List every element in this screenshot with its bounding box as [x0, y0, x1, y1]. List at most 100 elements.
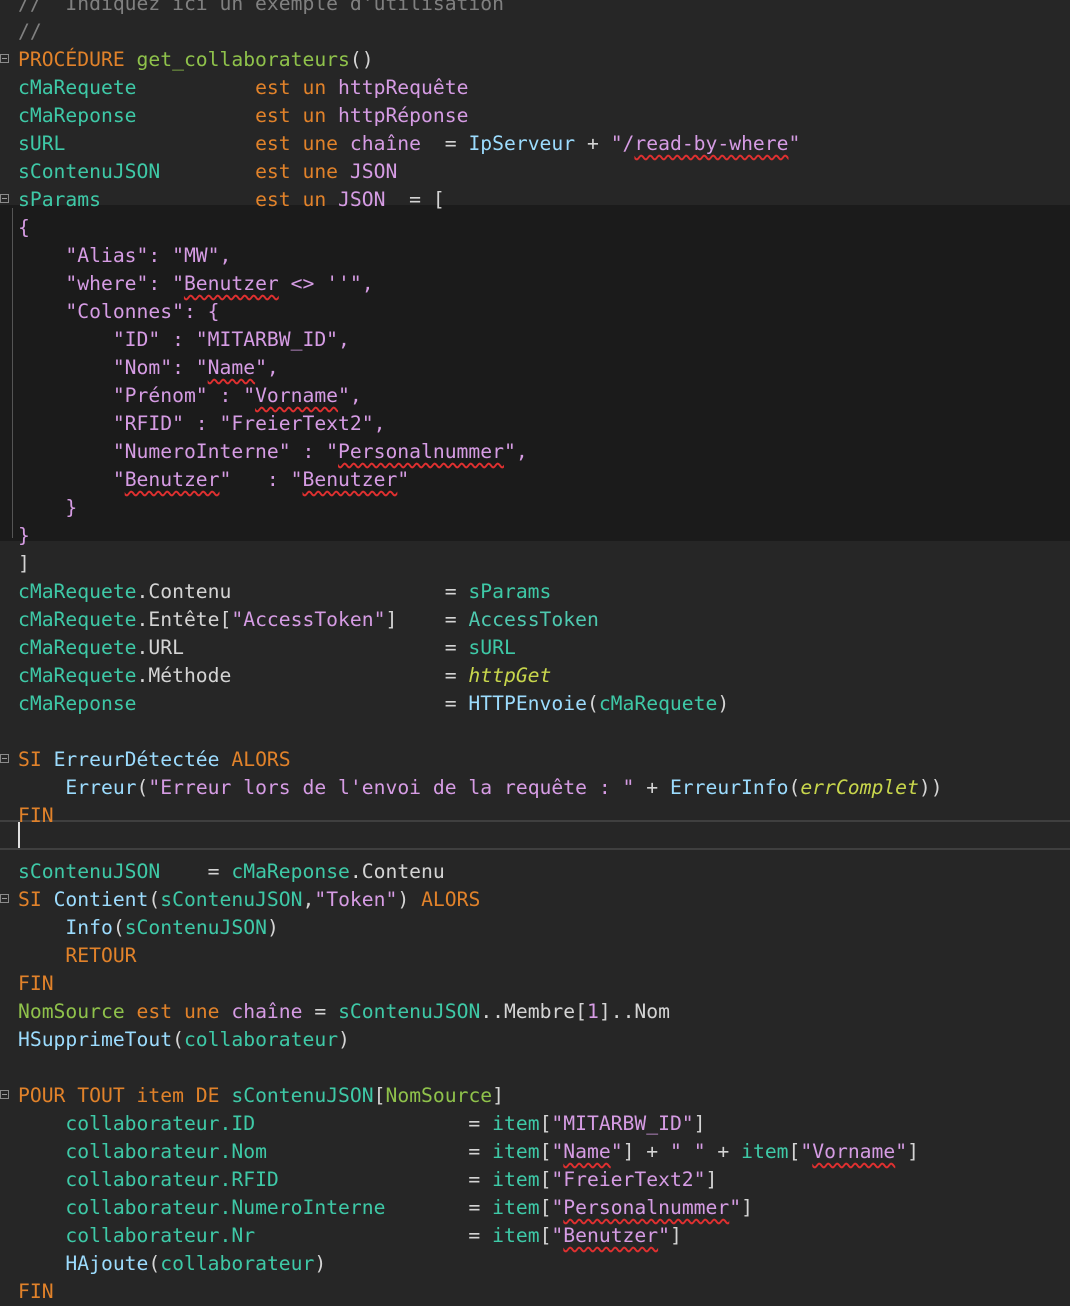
code-token: ] = [385, 608, 469, 631]
fold-toggle-icon[interactable] [0, 54, 9, 63]
code-line[interactable] [0, 1054, 1070, 1082]
code-token: "MITARBW_ID" [551, 1112, 694, 1135]
code-line[interactable]: collaborateur.Nom = item["Name"] + " " +… [0, 1138, 1070, 1166]
code-line[interactable]: } [0, 522, 1070, 550]
code-line[interactable]: FIN [0, 970, 1070, 998]
code-line[interactable]: // [0, 18, 1070, 46]
code-token: ..Membre[ [480, 1000, 587, 1023]
code-line[interactable] [0, 830, 1070, 858]
code-token: AccessToken [468, 608, 599, 631]
code-text: cMaRequete.Contenu = sParams [18, 578, 551, 606]
code-line[interactable]: "Nom": "Name", [0, 354, 1070, 382]
code-token: } [18, 524, 30, 547]
fold-toggle-icon[interactable] [0, 894, 9, 903]
code-line[interactable]: cMaRequete.URL = sURL [0, 634, 1070, 662]
code-line[interactable]: cMaReponse est un httpRéponse [0, 102, 1070, 130]
code-text: sContenuJSON = cMaReponse.Contenu [18, 858, 445, 886]
code-line[interactable]: sContenuJSON = cMaReponse.Contenu [0, 858, 1070, 886]
code-token: read-by-where [634, 132, 789, 155]
fold-toggle-icon[interactable] [0, 194, 9, 203]
code-text: NomSource est une chaîne = sContenuJSON.… [18, 998, 670, 1026]
code-line[interactable]: RETOUR [0, 942, 1070, 970]
code-line[interactable]: FIN [0, 1278, 1070, 1306]
code-token: "NumeroInterne" : " [18, 440, 339, 463]
code-token: HTTPEnvoie [468, 692, 587, 715]
code-line[interactable]: collaborateur.ID = item["MITARBW_ID"] [0, 1110, 1070, 1138]
code-token: Vorname [255, 384, 339, 407]
code-line[interactable]: cMaRequete.Contenu = sParams [0, 578, 1070, 606]
code-line[interactable]: "where": "Benutzer <> ''", [0, 270, 1070, 298]
code-line[interactable]: { [0, 214, 1070, 242]
code-token: ] [492, 1084, 505, 1107]
fold-toggle-icon[interactable] [0, 754, 9, 763]
code-line[interactable]: "ID" : "MITARBW_ID", [0, 326, 1070, 354]
code-text: collaborateur.NumeroInterne = item["Pers… [18, 1194, 753, 1222]
code-line[interactable]: Erreur("Erreur lors de l'envoi de la req… [0, 774, 1070, 802]
code-line[interactable]: Info(sContenuJSON) [0, 914, 1070, 942]
code-token: Benutzer [124, 468, 220, 491]
code-text: "Colonnes": { [18, 298, 219, 326]
code-token: ( [586, 692, 599, 715]
code-line[interactable]: collaborateur.Nr = item["Benutzer"] [0, 1222, 1070, 1250]
code-text: cMaRequete.Entête["AccessToken"] = Acces… [18, 606, 599, 634]
code-line[interactable]: collaborateur.NumeroInterne = item["Pers… [0, 1194, 1070, 1222]
code-line[interactable]: "RFID" : "FreierText2", [0, 410, 1070, 438]
code-line[interactable]: sParams est un JSON = [ [0, 186, 1070, 214]
code-editor[interactable]: // Indiquez ici un exemple d'utilisation… [0, 0, 1070, 1303]
code-line[interactable]: ] [0, 550, 1070, 578]
code-token: cMaReponse [18, 692, 137, 715]
code-line[interactable] [0, 718, 1070, 746]
code-text: "RFID" : "FreierText2", [18, 410, 386, 438]
code-token: ( [788, 776, 801, 799]
code-token: " [895, 1140, 908, 1163]
code-token: sParams [468, 580, 552, 603]
code-token: collaborateur [183, 1028, 339, 1051]
code-token: + [705, 1140, 742, 1163]
code-line[interactable]: FIN [0, 802, 1070, 830]
code-line[interactable]: "Colonnes": { [0, 298, 1070, 326]
code-line[interactable]: } [0, 494, 1070, 522]
code-token: "Prénom" : " [18, 384, 256, 407]
code-line[interactable]: POUR TOUT item DE sContenuJSON[NomSource… [0, 1082, 1070, 1110]
code-token: "Nom": " [18, 356, 208, 379]
code-line[interactable]: cMaRequete.Entête["AccessToken"] = Acces… [0, 606, 1070, 634]
code-token: ] [741, 1196, 753, 1219]
code-token: Personalnummer [338, 440, 504, 463]
code-token: = [302, 1000, 339, 1023]
code-line[interactable]: NomSource est une chaîne = sContenuJSON.… [0, 998, 1070, 1026]
code-token: NomSource [385, 1084, 493, 1107]
code-token: POUR TOUT [18, 1084, 137, 1107]
code-line[interactable]: "Benutzer" : "Benutzer" [0, 466, 1070, 494]
code-line[interactable]: cMaReponse = HTTPEnvoie(cMaRequete) [0, 690, 1070, 718]
code-line[interactable]: "NumeroInterne" : "Personalnummer", [0, 438, 1070, 466]
code-token: FIN [18, 804, 54, 827]
code-line[interactable]: cMaRequete.Méthode = httpGet [0, 662, 1070, 690]
code-text: } [18, 494, 77, 522]
code-line[interactable]: "Prénom" : "Vorname", [0, 382, 1070, 410]
code-token: ( [112, 916, 125, 939]
code-token: + [634, 776, 670, 799]
code-text: sContenuJSON est une JSON [18, 158, 397, 186]
code-token: .Nom [219, 1140, 267, 1163]
code-token: .Contenu = [136, 580, 469, 603]
code-token: Name [563, 1140, 611, 1163]
code-line[interactable]: PROCÉDURE get_collaborateurs() [0, 46, 1070, 74]
code-line[interactable]: // Indiquez ici un exemple d'utilisation [0, 0, 1070, 18]
code-token: item [492, 1224, 540, 1247]
code-token: ", [503, 440, 528, 463]
code-line[interactable]: sURL est une chaîne = IpServeur + "/read… [0, 130, 1070, 158]
code-token: item [136, 1084, 184, 1107]
code-line[interactable]: sContenuJSON est une JSON [0, 158, 1070, 186]
code-line[interactable]: collaborateur.RFID = item["FreierText2"] [0, 1166, 1070, 1194]
code-line[interactable]: SI ErreurDétectée ALORS [0, 746, 1070, 774]
code-text: ] [18, 550, 30, 578]
code-token: sParams [18, 188, 256, 211]
code-line[interactable]: HSupprimeTout(collaborateur) [0, 1026, 1070, 1054]
code-line[interactable]: HAjoute(collaborateur) [0, 1250, 1070, 1278]
code-line[interactable]: "Alias": "MW", [0, 242, 1070, 270]
code-line[interactable]: SI Contient(sContenuJSON,"Token") ALORS [0, 886, 1070, 914]
fold-toggle-icon[interactable] [0, 1090, 9, 1099]
code-token: " [551, 1196, 564, 1219]
code-line[interactable]: cMaRequete est un httpRequête [0, 74, 1070, 102]
